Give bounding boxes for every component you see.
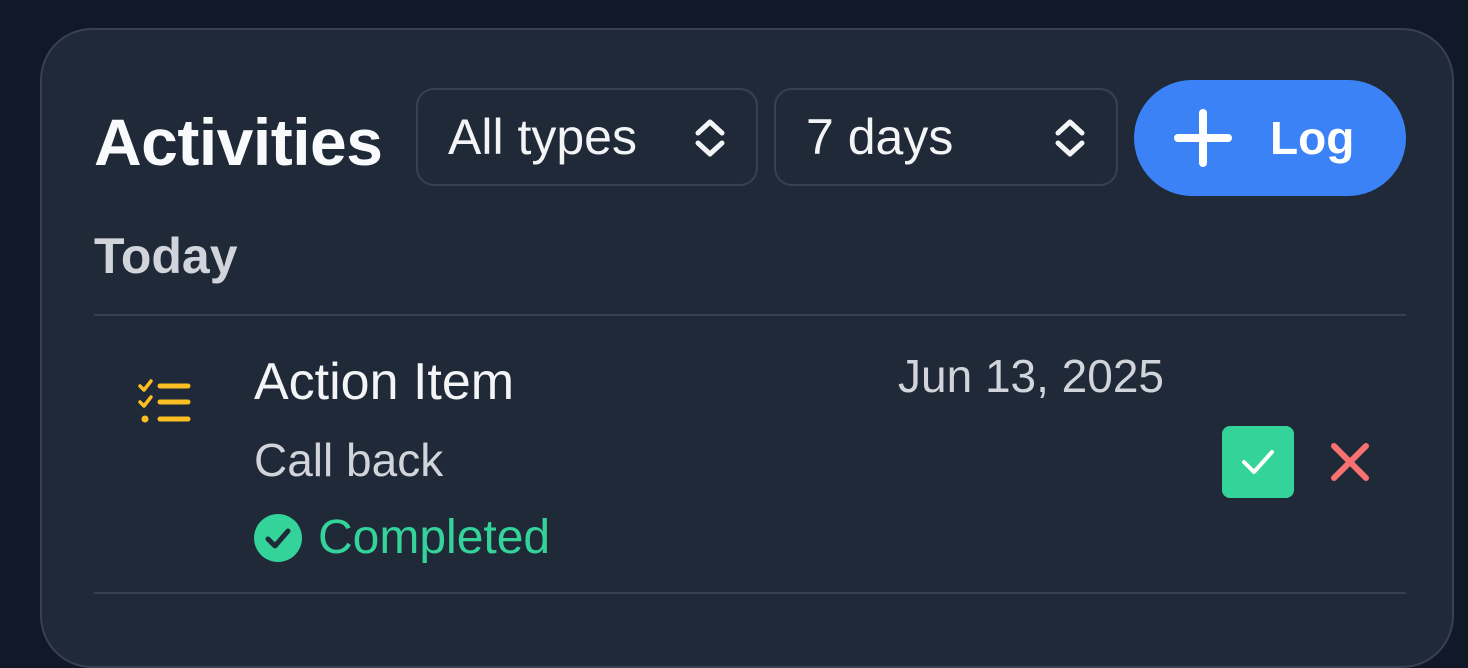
checklist-icon bbox=[138, 379, 191, 423]
type-filter-value: All types bbox=[448, 109, 637, 165]
mark-complete-button[interactable] bbox=[1222, 426, 1294, 498]
chevron-up-down-icon bbox=[1055, 119, 1085, 157]
period-filter-value: 7 days bbox=[806, 109, 954, 165]
activity-date: Jun 13, 2025 bbox=[898, 350, 1165, 402]
activity-type: Action Item bbox=[254, 353, 515, 411]
close-icon[interactable] bbox=[1326, 438, 1374, 486]
check-circle-icon bbox=[254, 514, 302, 562]
group-label-today: Today bbox=[94, 228, 238, 284]
period-filter-select[interactable]: 7 days bbox=[774, 88, 1118, 186]
log-activity-button[interactable]: Log bbox=[1134, 80, 1406, 196]
status-label: Completed bbox=[318, 511, 551, 564]
chevron-up-down-icon bbox=[695, 119, 725, 157]
check-icon bbox=[1242, 450, 1274, 474]
activity-item[interactable]: Action Item Jun 13, 2025 Call back Compl… bbox=[94, 316, 1406, 592]
activities-panel: Activities All types 7 days Log Today Ac… bbox=[40, 28, 1454, 668]
panel-title: Activities bbox=[94, 105, 383, 179]
log-button-label: Log bbox=[1270, 112, 1355, 164]
divider bbox=[94, 592, 1406, 594]
activity-description: Call back bbox=[254, 434, 444, 486]
type-filter-select[interactable]: All types bbox=[416, 88, 758, 186]
plus-icon bbox=[1174, 109, 1232, 167]
